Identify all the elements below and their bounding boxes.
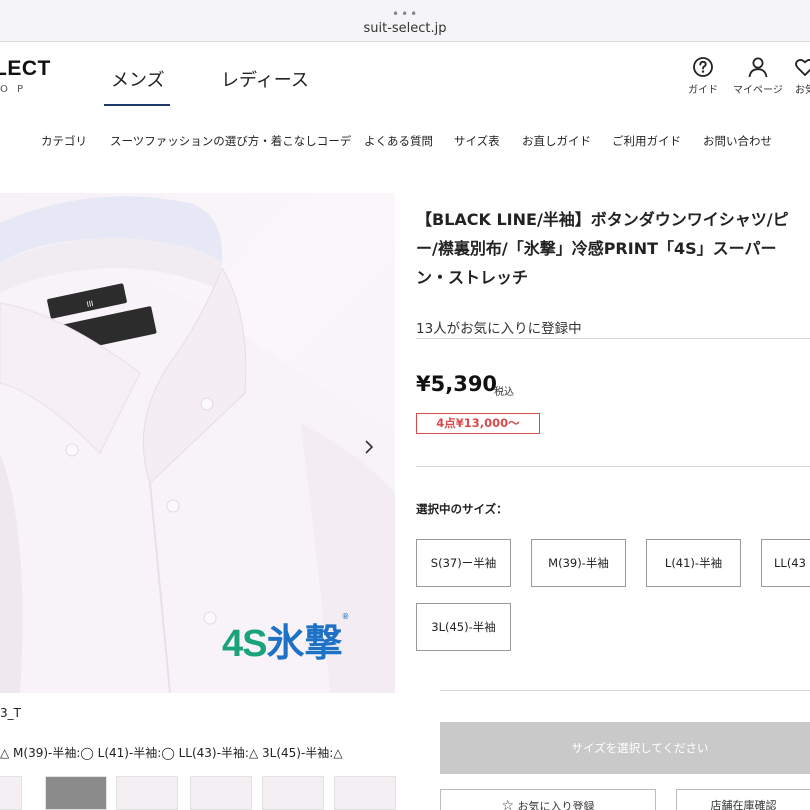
divider [440, 690, 810, 691]
favorites-label: お気 [795, 85, 810, 96]
browser-toolbar: ••• suit-select.jp [0, 0, 810, 42]
guide-link[interactable]: ガイド [688, 56, 718, 96]
favorites-link[interactable]: お気 [794, 56, 810, 96]
gnav-ladies[interactable]: レディース [221, 66, 309, 92]
subnav-size-chart[interactable]: サイズ表 [454, 133, 500, 149]
address-bar[interactable]: suit-select.jp [0, 21, 810, 36]
thumbnail[interactable] [190, 776, 252, 810]
divider [416, 466, 810, 467]
sku-code: 3_T [0, 706, 21, 720]
selected-size-label: 選択中のサイズ： [416, 502, 508, 516]
gnav-active-indicator [104, 104, 170, 106]
product-title-line: ン・ストレッチ [416, 268, 529, 287]
tax-label: 税込 [494, 387, 514, 398]
product-title-line: 【BLACK LINE/半袖】ボタンダウンワイシャツ/ピ [416, 210, 789, 229]
add-favorite-button[interactable]: ☆ お気に入り登録 [440, 789, 656, 810]
registered-mark: ® [342, 612, 349, 621]
subnav-style-guide[interactable]: スーツファッションの選び方・着こなしコーデ [110, 133, 351, 149]
brand-kanji: 氷撃 [266, 623, 343, 665]
site-logo[interactable]: LECT [0, 57, 51, 81]
subnav-alteration-guide[interactable]: お直しガイド [522, 133, 591, 149]
gnav-mens[interactable]: メンズ [111, 66, 165, 92]
subnav-faq[interactable]: よくある質問 [364, 133, 433, 149]
brand-prefix: 4S [222, 623, 267, 665]
thumbnail[interactable] [334, 776, 396, 810]
thumbnail[interactable] [116, 776, 178, 810]
size-option-m39[interactable]: M(39)-半袖 [531, 539, 626, 587]
browser-menu-dots[interactable]: ••• [392, 7, 419, 21]
brand-logo-4s-hyogeki: 4S氷撃 ® [222, 612, 349, 667]
product-title: 【BLACK LINE/半袖】ボタンダウンワイシャツ/ピ ー/襟裏別布/「氷撃」… [416, 205, 810, 292]
subnav-contact[interactable]: お問い合わせ [703, 133, 772, 149]
product-price: ¥5,390 [416, 372, 498, 396]
size-option-3l45[interactable]: 3L(45)-半袖 [416, 603, 511, 651]
subnav-category[interactable]: カテゴリ [41, 133, 87, 149]
gallery-next-button[interactable] [360, 436, 378, 458]
help-icon [693, 57, 713, 77]
guide-label: ガイド [688, 85, 718, 96]
add-to-cart-button[interactable]: サイズを選択してください [440, 722, 810, 774]
mypage-link[interactable]: マイページ [733, 56, 783, 96]
heart-icon [795, 59, 810, 77]
bundle-offer-badge[interactable]: 4点¥13,000〜 [416, 413, 540, 434]
divider [416, 338, 810, 339]
store-stock-button[interactable]: 店舗在庫確認 [676, 789, 810, 810]
thumbnail[interactable] [45, 776, 107, 810]
star-icon: ☆ [501, 798, 515, 810]
subnav-usage-guide[interactable]: ご利用ガイド [612, 133, 681, 149]
size-option-s37[interactable]: S(37)ー半袖 [416, 539, 511, 587]
chevron-right-icon [365, 440, 374, 454]
favorite-count: 13人がお気に入りに登録中 [416, 321, 582, 337]
mypage-label: マイページ [733, 85, 783, 96]
thumbnail[interactable] [262, 776, 324, 810]
thumbnail[interactable] [0, 776, 22, 810]
site-logo-sub: O P [0, 84, 27, 95]
user-icon [748, 57, 768, 78]
size-option-l41[interactable]: L(41)-半袖 [646, 539, 741, 587]
product-title-line: ー/襟裏別布/「氷撃」冷感PRINT「4S」スーパー [416, 239, 777, 258]
add-favorite-label: お気に入り登録 [517, 800, 595, 810]
size-option-ll43[interactable]: LL(43 [761, 539, 810, 587]
stock-status: △ M(39)-半袖:◯ L(41)-半袖:◯ LL(43)-半袖:△ 3L(4… [0, 746, 343, 760]
